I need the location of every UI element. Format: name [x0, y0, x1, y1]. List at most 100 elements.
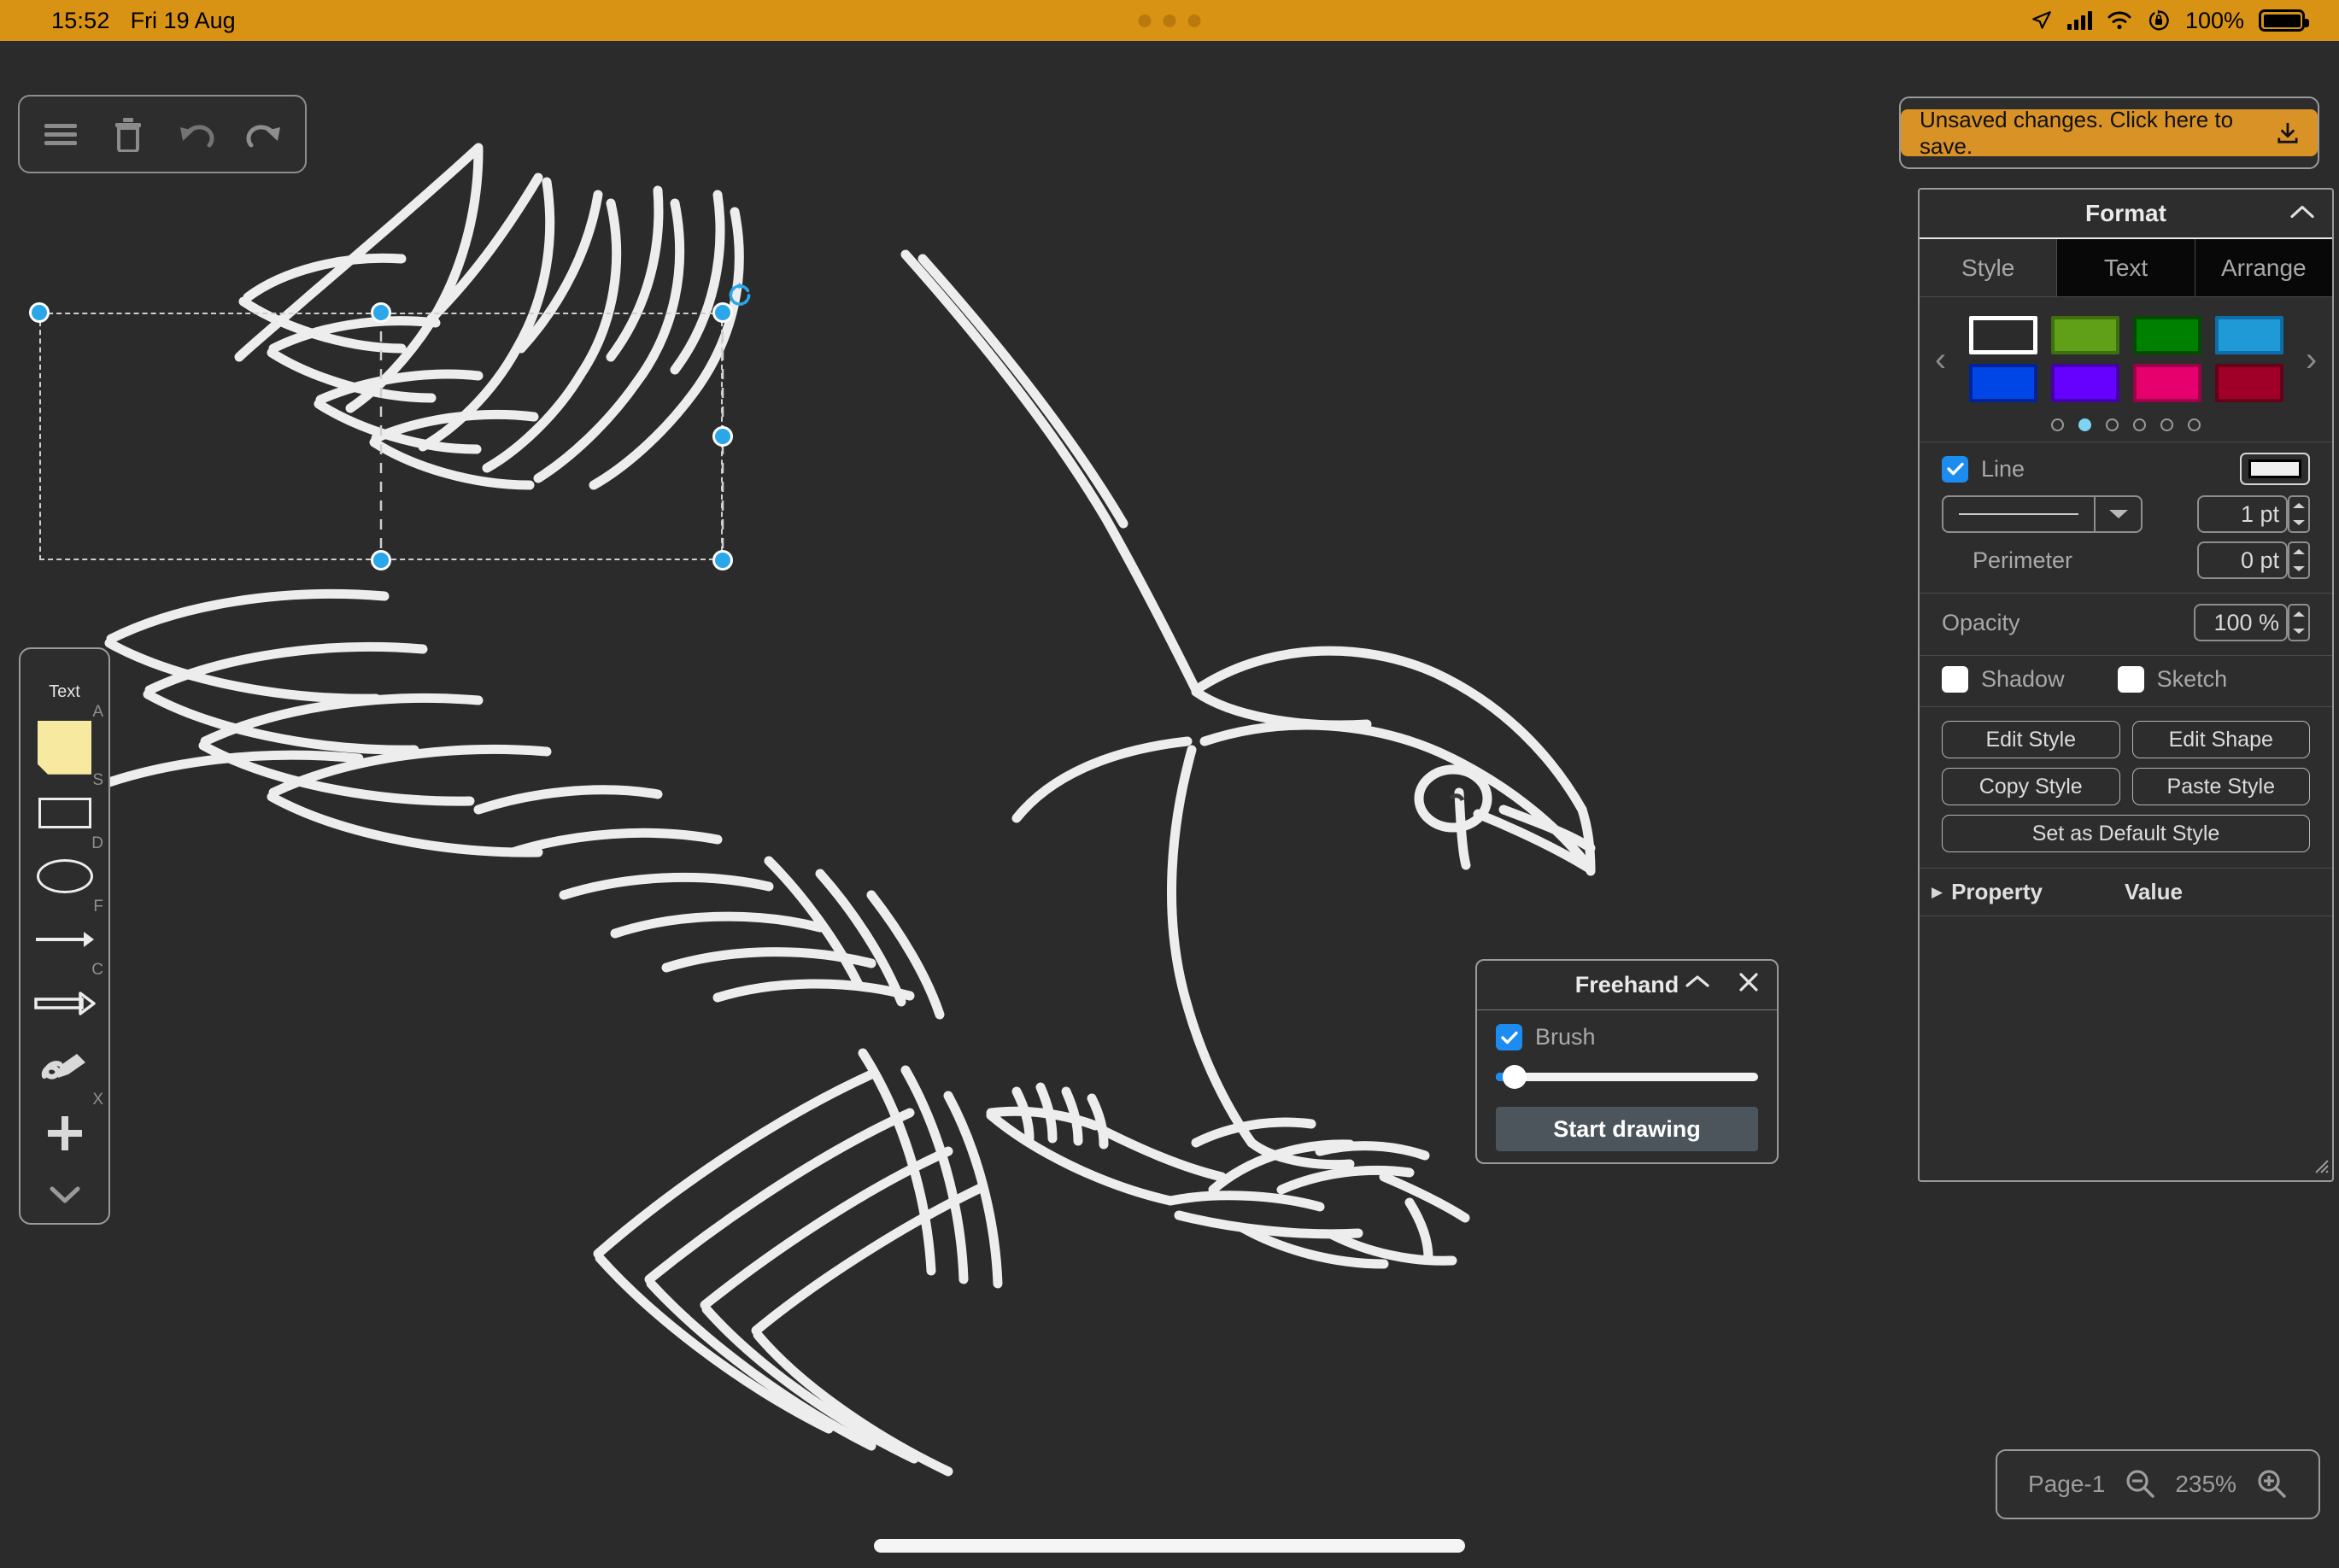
- tab-arrange[interactable]: Arrange: [2195, 239, 2332, 296]
- brush-size-slider[interactable]: [1496, 1062, 1758, 1091]
- palette-next-button[interactable]: ›: [2297, 342, 2326, 377]
- ellipse-tool[interactable]: F: [19, 845, 110, 908]
- shape-toolbar: Text A S D F C: [19, 647, 110, 1225]
- line-label: Line: [1981, 456, 2025, 483]
- location-arrow-icon: [2031, 9, 2053, 32]
- status-date: Fri 19 Aug: [131, 8, 236, 34]
- property-table-header[interactable]: ▶ Property Value: [1920, 869, 2332, 916]
- opacity-input[interactable]: 100 %: [2194, 604, 2288, 641]
- property-column-header: Property: [1951, 879, 2043, 905]
- selection-handle-middle-right[interactable]: [712, 426, 733, 447]
- magnifier-plus-icon[interactable]: [2255, 1468, 2288, 1501]
- add-more-tool[interactable]: [19, 1101, 110, 1166]
- selection-handle-top-left[interactable]: [29, 302, 50, 323]
- double-arrow-icon: [34, 992, 96, 1015]
- swatch-green[interactable]: [2133, 316, 2201, 354]
- swatch-white[interactable]: [1969, 316, 2037, 354]
- home-indicator[interactable]: [874, 1539, 1465, 1553]
- close-x-icon[interactable]: [1738, 971, 1760, 998]
- line-checkbox[interactable]: [1942, 456, 1968, 483]
- style-action-buttons: Edit Style Edit Shape Copy Style Paste S…: [1920, 707, 2332, 869]
- palette-dot-4[interactable]: [2133, 418, 2146, 431]
- multitask-dot: [1139, 15, 1152, 27]
- palette-dot-3[interactable]: [2106, 418, 2119, 431]
- chevron-up-icon[interactable]: [2289, 204, 2315, 224]
- note-tool[interactable]: S: [19, 713, 110, 781]
- menu-button[interactable]: [34, 108, 87, 161]
- shadow-label: Shadow: [1981, 666, 2065, 693]
- format-tabs: Style Text Arrange: [1920, 239, 2332, 297]
- double-arrow-tool[interactable]: [19, 971, 110, 1034]
- copy-style-button[interactable]: Copy Style: [1942, 768, 2120, 805]
- unsaved-changes-panel: Unsaved changes. Click here to save.: [1899, 97, 2319, 169]
- palette-dot-1[interactable]: [2051, 418, 2064, 431]
- edit-style-button[interactable]: Edit Style: [1942, 721, 2120, 758]
- swatch-pink[interactable]: [2133, 364, 2201, 402]
- selection-handle-bottom-right[interactable]: [712, 550, 733, 570]
- format-panel-title: Format: [2085, 200, 2166, 227]
- brush-checkbox[interactable]: [1496, 1024, 1522, 1050]
- arrow-tool[interactable]: C: [19, 908, 110, 971]
- cellular-signal-icon: [2067, 11, 2092, 30]
- battery-icon: [2259, 9, 2305, 32]
- page-label[interactable]: Page-1: [2028, 1471, 2105, 1498]
- start-drawing-button[interactable]: Start drawing: [1496, 1107, 1758, 1151]
- line-color-button[interactable]: [2240, 453, 2310, 485]
- text-tool[interactable]: Text A: [19, 671, 110, 713]
- sketch-checkbox[interactable]: [2118, 666, 2144, 693]
- expand-triangle-icon: ▶: [1932, 884, 1943, 901]
- chevron-down-icon: [50, 1185, 80, 1204]
- opacity-stepper[interactable]: [2288, 604, 2310, 641]
- line-section: Line 1 pt: [1920, 442, 2332, 594]
- trash-icon: [113, 116, 144, 152]
- tab-text[interactable]: Text: [2057, 239, 2195, 296]
- palette-dot-5[interactable]: [2160, 418, 2173, 431]
- multitask-dots[interactable]: [1139, 15, 1201, 27]
- opacity-section: Opacity 100 %: [1920, 594, 2332, 656]
- expand-toolbar[interactable]: [19, 1166, 110, 1223]
- line-style-preview[interactable]: [1942, 495, 2096, 533]
- redo-button[interactable]: [237, 108, 290, 161]
- rectangle-icon: [38, 798, 91, 828]
- undo-arrow-icon: [177, 119, 216, 149]
- pencil-scribble-icon: [38, 1047, 92, 1090]
- value-column-header: Value: [2125, 879, 2183, 905]
- panel-resize-grip[interactable]: [2311, 1156, 2330, 1179]
- zoom-level-label[interactable]: 235%: [2175, 1471, 2236, 1498]
- line-width-input[interactable]: 1 pt: [2197, 495, 2288, 533]
- chevron-up-icon[interactable]: [1685, 973, 1710, 994]
- paste-style-button[interactable]: Paste Style: [2132, 768, 2311, 805]
- magnifier-minus-icon[interactable]: [2124, 1468, 2156, 1501]
- selection-handle-top-center[interactable]: [371, 302, 391, 323]
- ios-status-bar: 15:52 Fri 19 Aug: [0, 0, 2339, 41]
- palette-dot-2[interactable]: [2078, 418, 2091, 431]
- edit-shape-button[interactable]: Edit Shape: [2132, 721, 2311, 758]
- set-default-style-button[interactable]: Set as Default Style: [1942, 815, 2310, 852]
- swatch-light-green[interactable]: [2051, 316, 2119, 354]
- swatch-blue[interactable]: [1969, 364, 2037, 402]
- shadow-checkbox[interactable]: [1942, 666, 1968, 693]
- app-root: 15:52 Fri 19 Aug: [0, 0, 2339, 1568]
- drawing-canvas[interactable]: Text A S D F C: [0, 41, 2339, 1568]
- swatch-purple[interactable]: [2051, 364, 2119, 402]
- rectangle-tool[interactable]: D: [19, 781, 110, 845]
- undo-button[interactable]: [170, 108, 223, 161]
- freehand-tool[interactable]: X: [19, 1035, 110, 1102]
- property-table-body: [1920, 916, 2332, 1180]
- save-button[interactable]: Unsaved changes. Click here to save.: [1901, 109, 2318, 156]
- palette-dot-6[interactable]: [2188, 418, 2201, 431]
- swatch-sky-blue[interactable]: [2215, 316, 2283, 354]
- selection-handle-bottom-center[interactable]: [371, 550, 391, 570]
- tab-style[interactable]: Style: [1920, 239, 2057, 296]
- wifi-icon: [2107, 10, 2132, 31]
- palette-prev-button[interactable]: ‹: [1926, 342, 1955, 377]
- line-style-dropdown[interactable]: [2096, 495, 2143, 533]
- slider-knob[interactable]: [1503, 1065, 1527, 1089]
- perimeter-input[interactable]: 0 pt: [2197, 541, 2288, 579]
- perimeter-stepper[interactable]: [2288, 541, 2310, 579]
- delete-button[interactable]: [102, 108, 155, 161]
- rotate-icon[interactable]: [725, 281, 754, 314]
- zoom-toolbar: Page-1 235%: [1996, 1449, 2320, 1519]
- swatch-dark-red[interactable]: [2215, 364, 2283, 402]
- line-width-stepper[interactable]: [2288, 495, 2310, 533]
